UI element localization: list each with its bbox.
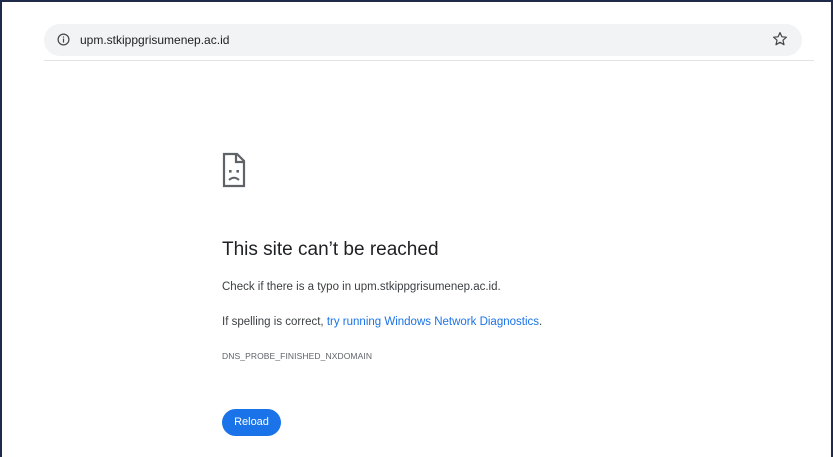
info-icon[interactable] [57, 33, 70, 46]
error-code: DNS_PROBE_FINISHED_NXDOMAIN [222, 351, 373, 361]
url-text[interactable]: upm.stkippgrisumenep.ac.id [80, 32, 229, 48]
diagnostics-suggestion: If spelling is correct, try running Wind… [222, 314, 542, 330]
toolbar-divider [44, 60, 814, 61]
address-bar[interactable]: upm.stkippgrisumenep.ac.id [44, 24, 802, 56]
error-heading: This site can’t be reached [222, 239, 439, 260]
typo-suggestion: Check if there is a typo in upm.stkippgr… [222, 281, 501, 293]
sad-page-icon [222, 152, 248, 188]
reload-button[interactable]: Reload [222, 409, 281, 436]
diagnostics-prefix: If spelling is correct, [222, 316, 327, 328]
star-icon[interactable] [772, 31, 788, 47]
browser-window: upm.stkippgrisumenep.ac.id This site can… [0, 0, 833, 457]
diagnostics-suffix: . [539, 316, 543, 328]
diagnostics-link[interactable]: try running Windows Network Diagnostics [327, 316, 539, 328]
